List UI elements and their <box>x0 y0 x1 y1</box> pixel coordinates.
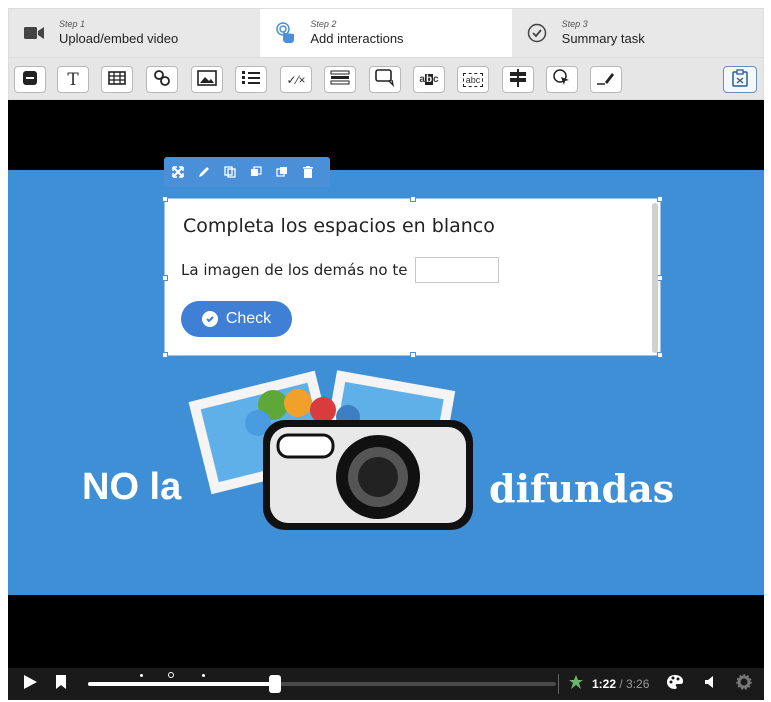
settings-button[interactable] <box>734 668 754 700</box>
image-icon <box>197 70 217 89</box>
free-text-tool-button[interactable] <box>369 66 401 93</box>
interaction-title: Completa los espacios en blanco <box>183 215 495 237</box>
link-icon <box>153 69 171 90</box>
navigation-hotspot-tool-button[interactable] <box>546 66 578 93</box>
interaction-marker[interactable] <box>168 672 174 678</box>
play-button[interactable] <box>18 668 42 700</box>
drag-text-tool-button[interactable]: abc <box>457 66 489 93</box>
tap-hand-icon <box>274 22 296 44</box>
video-player-controls: 1:22 / 3:26 <box>8 668 764 700</box>
paste-tool-button[interactable] <box>723 66 757 93</box>
palette-icon <box>666 674 684 695</box>
abc-blank-icon: abc <box>419 74 439 85</box>
signpost-icon <box>509 69 527 90</box>
quality-button[interactable] <box>664 668 686 700</box>
volume-button[interactable] <box>700 668 720 700</box>
step-number: Step 1 <box>59 18 86 29</box>
bookmark-icon <box>55 674 67 695</box>
seek-progress <box>88 682 276 686</box>
edit-pencil-icon[interactable] <box>198 166 210 178</box>
time-display: 1:22 / 3:26 <box>592 677 650 691</box>
seek-bar[interactable] <box>88 672 556 686</box>
step-number: Step 3 <box>561 18 588 29</box>
duplicate-icon[interactable] <box>224 166 236 178</box>
resize-handle[interactable] <box>657 196 663 202</box>
image-tool-button[interactable] <box>191 66 223 93</box>
camera-photos-illustration <box>188 370 473 530</box>
expand-icon[interactable] <box>172 166 184 178</box>
speech-box-icon <box>375 69 395 90</box>
play-icon <box>22 674 38 695</box>
separator <box>558 674 559 694</box>
send-back-icon[interactable] <box>276 166 288 178</box>
bookmark-marker[interactable] <box>140 674 143 677</box>
check-x-icon: ✓⁄× <box>286 72 306 87</box>
trash-icon[interactable] <box>302 166 314 178</box>
abc-drag-icon: abc <box>462 72 484 87</box>
slide-left-text: NO la <box>82 466 182 508</box>
resize-handle[interactable] <box>162 352 168 358</box>
resize-handle[interactable] <box>162 196 168 202</box>
fill-blanks-tool-button[interactable]: abc <box>413 66 445 93</box>
crossroads-tool-button[interactable] <box>502 66 534 93</box>
text-tool-button[interactable]: T <box>57 66 89 93</box>
current-time: 1:22 <box>592 677 617 691</box>
label-icon <box>22 70 38 89</box>
resize-handle[interactable] <box>410 352 416 358</box>
speaker-icon <box>704 675 716 694</box>
video-canvas[interactable]: NO la difundas Completa los espacios en … <box>8 100 764 668</box>
options-list-icon <box>330 70 350 89</box>
statements-tool-button[interactable] <box>235 66 267 93</box>
check-button-label: Check <box>225 310 272 327</box>
step-label: Upload/embed video <box>59 30 179 46</box>
fill-blanks-interaction[interactable]: Completa los espacios en blanco La image… <box>162 196 663 358</box>
star-marker-button[interactable] <box>566 668 586 700</box>
interaction-popup-toolbar <box>164 157 330 187</box>
table-tool-button[interactable] <box>101 66 133 93</box>
interaction-toolbar: T ✓⁄× abc abc <box>8 57 764 100</box>
link-tool-button[interactable] <box>146 66 178 93</box>
step-upload-embed-video[interactable]: Step 1 Upload/embed video <box>9 9 260 57</box>
slide-right-text: difundas <box>489 466 675 511</box>
resize-handle[interactable] <box>410 196 416 202</box>
step-tabs: Step 1 Upload/embed video Step 2 Add int… <box>8 8 764 57</box>
bookmark-button[interactable] <box>50 668 72 700</box>
check-icon <box>201 311 218 327</box>
question-text: La imagen de los demás no te <box>181 261 408 279</box>
resize-handle[interactable] <box>657 352 663 358</box>
step-add-interactions[interactable]: Step 2 Add interactions <box>260 9 512 57</box>
text-icon: T <box>67 69 79 90</box>
bookmark-marker[interactable] <box>202 674 205 677</box>
star-icon <box>569 674 583 694</box>
check-button[interactable]: Check <box>181 301 292 337</box>
seek-thumb[interactable] <box>269 675 282 693</box>
check-circle-icon <box>526 22 548 44</box>
total-time: 3:26 <box>626 677 650 691</box>
step-summary-task[interactable]: Step 3 Summary task <box>512 9 763 57</box>
video-camera-icon <box>23 22 45 44</box>
resize-handle[interactable] <box>162 275 168 281</box>
step-label: Add interactions <box>310 30 404 46</box>
pointer-hotspot-icon <box>553 69 571 90</box>
mark-words-tool-button[interactable] <box>590 66 622 93</box>
blank-input[interactable] <box>415 257 499 283</box>
popup-scrollbar[interactable] <box>652 203 658 353</box>
pen-underline-icon <box>596 71 616 88</box>
clipboard-icon <box>732 69 748 90</box>
table-icon <box>108 71 126 88</box>
gear-icon <box>736 673 752 695</box>
label-tool-button[interactable] <box>14 66 46 93</box>
step-label: Summary task <box>561 30 645 46</box>
step-number: Step 2 <box>310 18 337 29</box>
bring-front-icon[interactable] <box>250 166 262 178</box>
multiple-choice-tool-button[interactable] <box>324 66 356 93</box>
single-choice-tool-button[interactable]: ✓⁄× <box>280 66 312 93</box>
list-check-icon <box>241 70 261 89</box>
